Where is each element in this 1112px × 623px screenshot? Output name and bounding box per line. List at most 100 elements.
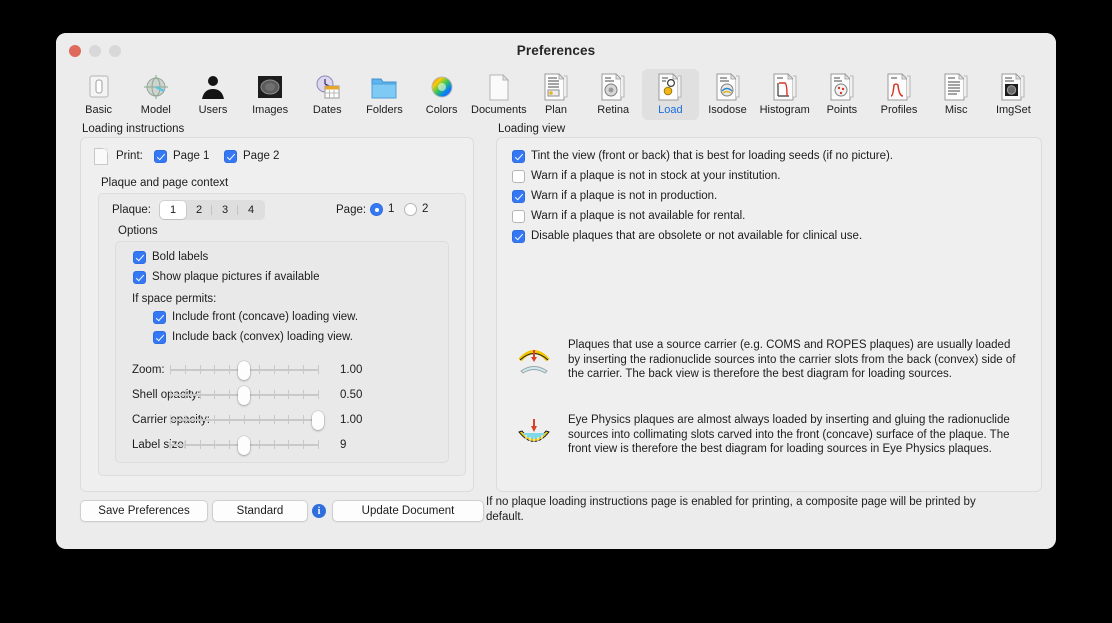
histogram-document-icon <box>770 72 800 102</box>
slider-thumb[interactable] <box>238 436 250 455</box>
toolbar-item-dates[interactable]: Dates <box>299 69 356 120</box>
loading-view-checkbox-3[interactable]: Warn if a plaque is not available for re… <box>512 209 745 224</box>
toolbar-item-retina[interactable]: Retina <box>585 69 642 120</box>
toolbar-item-images[interactable]: Images <box>242 69 299 120</box>
print-page-2-checkbox[interactable]: Page 2 <box>224 149 279 164</box>
toolbar-item-label: Points <box>826 104 858 116</box>
toolbar-item-profiles[interactable]: Profiles <box>870 69 927 120</box>
points-document-icon <box>827 72 857 102</box>
page-radio-1[interactable]: 1 <box>370 202 394 217</box>
checkbox-label: Bold labels <box>152 251 209 263</box>
standard-button[interactable]: Standard <box>212 500 308 522</box>
toolbar-item-isodose[interactable]: Isodose <box>699 69 756 120</box>
bold-labels-checkbox[interactable]: Bold labels <box>133 250 208 265</box>
plaque-segmented-control[interactable]: 1 2 3 4 <box>159 200 265 220</box>
loading-view-label: Loading view <box>498 123 566 135</box>
checkbox-box <box>512 190 525 203</box>
toolbar-item-label: Load <box>658 104 683 116</box>
options-label: Options <box>118 225 158 237</box>
info-button[interactable]: i <box>312 504 326 518</box>
page-label: Page: <box>336 204 367 216</box>
plaque-page-context-label: Plaque and page context <box>101 177 229 189</box>
print-page-icon <box>94 148 108 165</box>
slider-3[interactable] <box>170 435 319 455</box>
loading-view-checkbox-0[interactable]: Tint the view (front or back) that is be… <box>512 149 893 164</box>
loading-view-checkbox-1[interactable]: Warn if a plaque is not in stock at your… <box>512 169 781 184</box>
update-document-button[interactable]: Update Document <box>332 500 484 522</box>
isodose-document-icon <box>713 72 743 102</box>
convex-carrier-back-icon <box>512 338 556 383</box>
toolbar-item-label: Profiles <box>880 104 918 116</box>
toolbar-item-label: Users <box>198 104 228 116</box>
slider-value-2: 1.00 <box>340 414 363 426</box>
toolbar-item-plan[interactable]: Plan <box>527 69 584 120</box>
segment-label: 1 <box>169 204 177 216</box>
slider-thumb[interactable] <box>238 386 250 405</box>
toolbar-item-folders[interactable]: Folders <box>356 69 413 120</box>
window-titlebar: Preferences <box>56 33 1056 69</box>
toolbar-item-basic[interactable]: Basic <box>70 69 127 120</box>
toolbar-item-histogram[interactable]: Histogram <box>756 69 813 120</box>
toolbar-item-label: Misc <box>944 104 968 116</box>
carrier-info-block: Plaques that use a source carrier (e.g. … <box>512 338 1024 383</box>
include-back-view-checkbox[interactable]: Include back (convex) loading view. <box>153 330 353 345</box>
plaque-segment-4[interactable]: 4 <box>238 201 264 219</box>
toolbar-item-model[interactable]: Model <box>127 69 184 120</box>
loading-view-checkbox-2[interactable]: Warn if a plaque is not in production. <box>512 189 717 204</box>
toolbar-item-misc[interactable]: Misc <box>928 69 985 120</box>
load-document-icon <box>655 72 685 102</box>
toolbar-item-documents[interactable]: Documents <box>470 69 527 120</box>
slider-0[interactable] <box>170 360 319 380</box>
page-radio-2[interactable]: 2 <box>404 202 428 217</box>
checkbox-box <box>133 271 146 284</box>
toolbar-item-users[interactable]: Users <box>184 69 241 120</box>
toolbar-item-label: Documents <box>471 104 527 116</box>
radio-dot <box>370 203 383 216</box>
checkbox-box <box>512 210 525 223</box>
if-space-permits-label: If space permits: <box>132 293 217 305</box>
slider-thumb[interactable] <box>312 411 324 430</box>
preferences-content: Loading instructions Print: Page 1 Page … <box>56 123 1056 549</box>
slider-thumb[interactable] <box>238 361 250 380</box>
checkbox-label: Include front (concave) loading view. <box>172 311 359 323</box>
plaque-segment-3[interactable]: 3 <box>212 201 238 219</box>
toolbar-item-imgset[interactable]: ImgSet <box>985 69 1042 120</box>
loading-view-checkbox-4[interactable]: Disable plaques that are obsolete or not… <box>512 229 862 244</box>
checkbox-label: Warn if a plaque is not in production. <box>531 190 718 202</box>
toolbar-item-label: Colors <box>425 104 458 116</box>
toolbar-item-load[interactable]: Load <box>641 69 699 120</box>
include-front-view-checkbox[interactable]: Include front (concave) loading view. <box>153 310 358 325</box>
slider-value-1: 0.50 <box>340 389 363 401</box>
toolbar-item-label: Images <box>252 104 289 116</box>
carrier-info-text: Plaques that use a source carrier (e.g. … <box>568 339 1016 380</box>
plaque-segment-1[interactable]: 1 <box>160 201 186 219</box>
checkbox-box <box>224 150 237 163</box>
show-plaque-pictures-checkbox[interactable]: Show plaque pictures if available <box>133 270 320 285</box>
segment-label: 4 <box>247 204 255 216</box>
profiles-document-icon <box>884 72 914 102</box>
slider-value-3: 9 <box>340 439 347 451</box>
checkbox-box <box>153 331 166 344</box>
toolbar-item-colors[interactable]: Colors <box>413 69 470 120</box>
toolbar-item-label: Isodose <box>708 104 747 116</box>
slider-2[interactable] <box>170 410 324 430</box>
toolbar-item-label: Model <box>140 104 171 116</box>
toolbar-item-label: Folders <box>366 104 403 116</box>
basic-switch-icon <box>84 72 114 102</box>
slider-value-0: 1.00 <box>340 364 363 376</box>
eye-physics-info-block: Eye Physics plaques are almost always lo… <box>512 413 1024 458</box>
save-preferences-button[interactable]: Save Preferences <box>80 500 208 522</box>
checkbox-box <box>512 230 525 243</box>
plaque-segment-2[interactable]: 2 <box>186 201 212 219</box>
checkbox-label: Warn if a plaque is not in stock at your… <box>531 170 781 182</box>
toolbar-item-label: Dates <box>312 104 342 116</box>
retina-document-icon <box>598 72 628 102</box>
toolbar-item-label: Retina <box>597 104 630 116</box>
toolbar-item-label: ImgSet <box>995 104 1031 116</box>
print-page-1-checkbox[interactable]: Page 1 <box>154 149 209 164</box>
toolbar-item-points[interactable]: Points <box>813 69 870 120</box>
slider-1[interactable] <box>170 385 319 405</box>
checkbox-box <box>154 150 167 163</box>
slider-ticks <box>170 415 319 425</box>
checkbox-label: Show plaque pictures if available <box>152 271 320 283</box>
